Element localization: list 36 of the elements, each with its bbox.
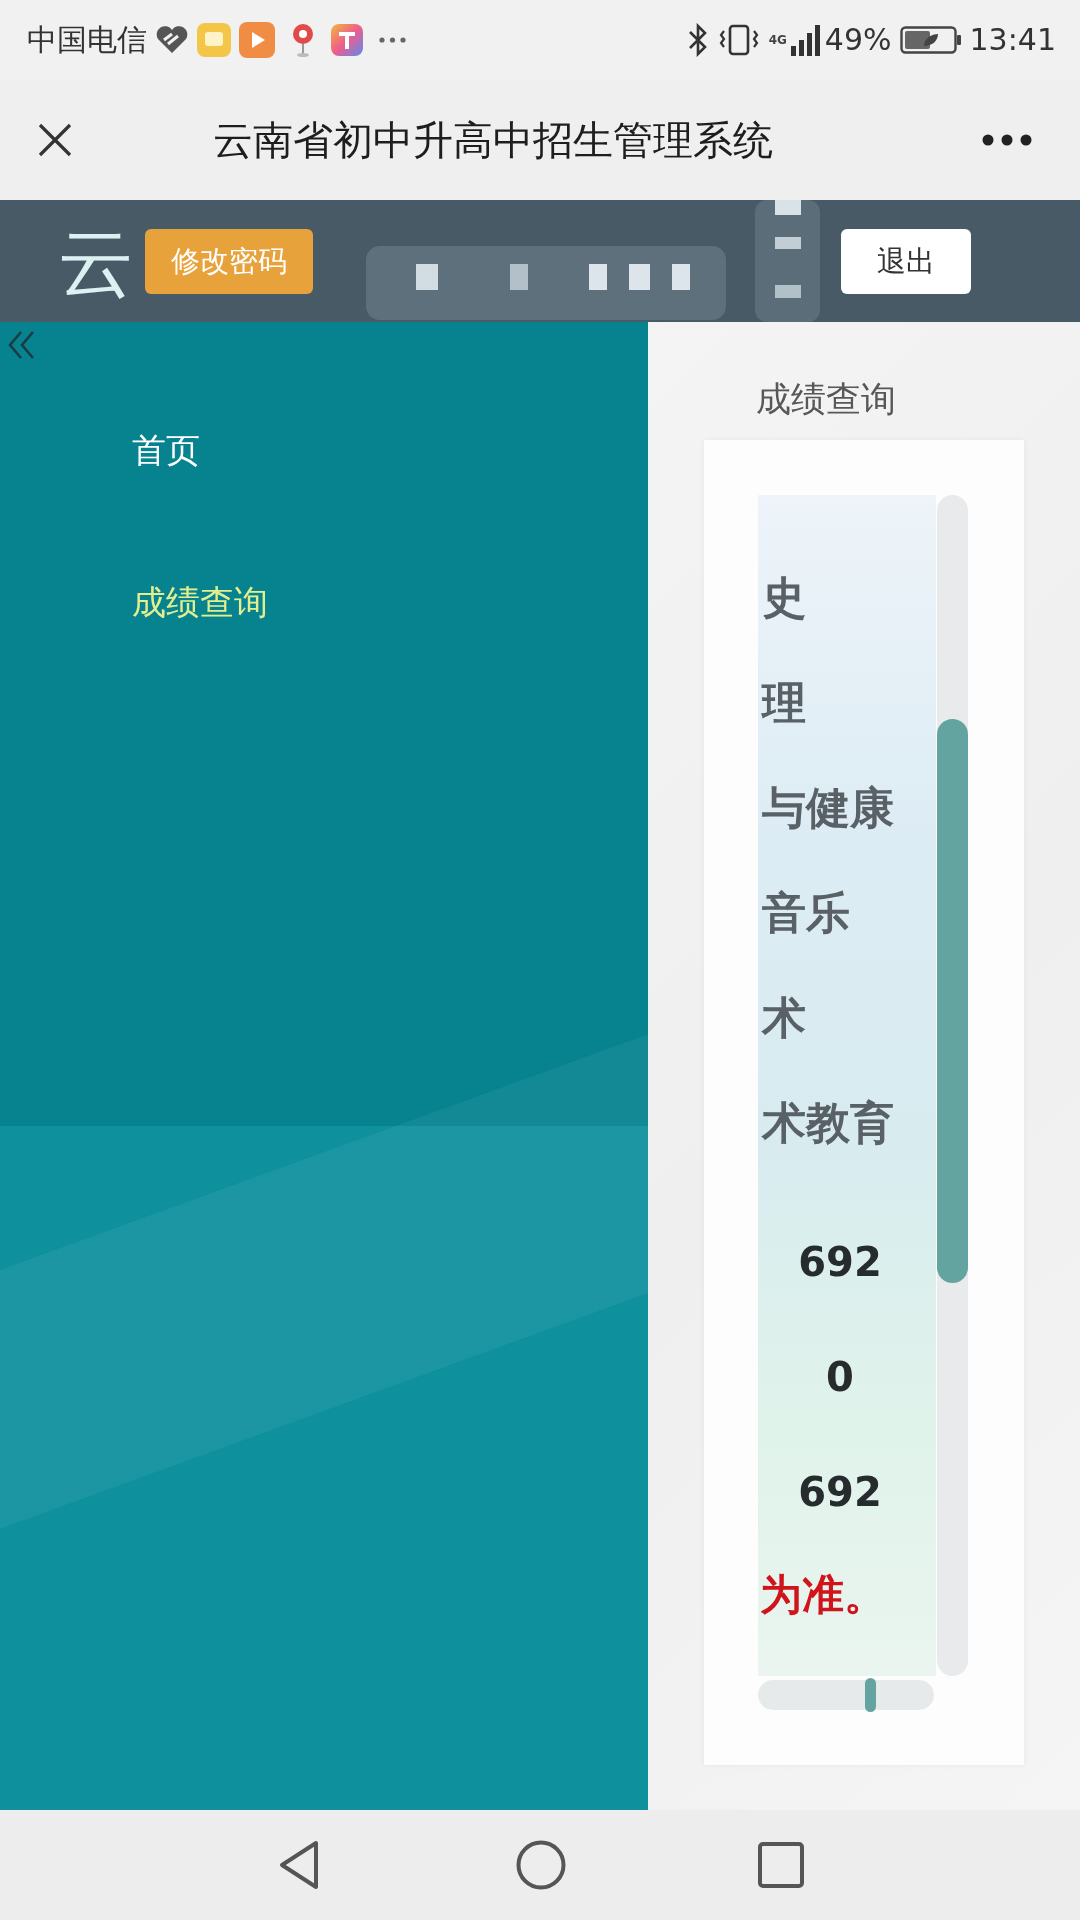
battery-icon: [899, 26, 962, 54]
collapse-icon[interactable]: [8, 330, 35, 360]
more-options-icon[interactable]: [982, 134, 1032, 146]
subject-name: 术教育: [762, 1097, 894, 1148]
notice-text: 为准。: [760, 1570, 886, 1619]
map-pin-icon: [291, 23, 315, 57]
app-icon: [331, 24, 363, 56]
network-type: 4G: [768, 34, 787, 46]
clock-time: 13:41: [969, 25, 1056, 55]
subject-name: 史: [762, 572, 806, 623]
logout-button[interactable]: 退出: [841, 228, 971, 294]
score-value: 692: [798, 1239, 882, 1285]
more-notifications-icon: [379, 37, 406, 43]
breadcrumb-label: 成绩查询: [756, 378, 897, 420]
play-app-icon: [239, 22, 275, 58]
subject-name: 音乐: [762, 887, 850, 938]
recent-apps-icon[interactable]: [758, 1842, 804, 1888]
close-icon[interactable]: [38, 123, 72, 157]
carrier-name: 中国电信: [27, 25, 147, 55]
sidebar-menu-item[interactable]: 成绩查询: [132, 581, 268, 623]
heart-icon: [155, 26, 189, 54]
subject-name: 术: [762, 992, 806, 1043]
home-icon[interactable]: [516, 1840, 566, 1890]
score-value: 692: [798, 1469, 882, 1515]
subject-name: 理: [762, 677, 806, 728]
bluetooth-icon: [686, 23, 709, 57]
subject-name: 与健康: [762, 782, 894, 833]
site-title: 云: [58, 225, 134, 301]
scrollbar-thumb[interactable]: [937, 719, 968, 1283]
sidebar-menu-item[interactable]: 首页: [132, 430, 200, 471]
app-icon: [197, 23, 231, 57]
signal-icon: [790, 24, 821, 56]
battery-percentage: 49%: [824, 25, 892, 55]
scrollbar-thumb[interactable]: [865, 1678, 876, 1712]
score-value: 0: [826, 1354, 854, 1400]
page-title: 云南省初中升高中招生管理系统: [213, 116, 773, 164]
